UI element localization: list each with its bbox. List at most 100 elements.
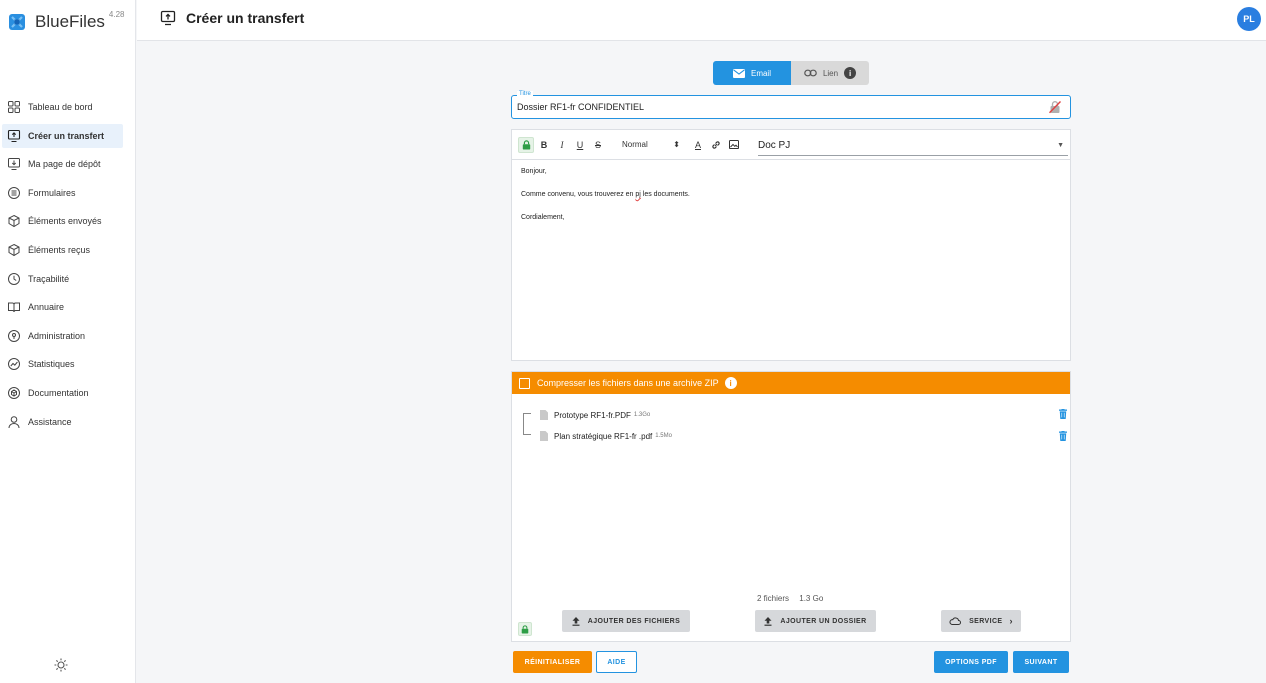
- add-folder-label: AJOUTER UN DOSSIER: [780, 617, 867, 625]
- sidebar-item-documentation[interactable]: Documentation: [2, 381, 123, 405]
- title-field[interactable]: Titre Dossier RF1-fr CONFIDENTIEL: [511, 91, 1071, 119]
- bold-button[interactable]: B: [536, 137, 552, 153]
- editor-toolbar: B I U S Normal ⬍ A Doc PJ ▼: [512, 130, 1070, 160]
- sidebar-item-label: Créer un transfert: [28, 130, 105, 141]
- sidebar-item-label: Formulaires: [28, 187, 76, 198]
- sun-icon[interactable]: [53, 657, 69, 673]
- insert-link-button[interactable]: [708, 137, 724, 153]
- files-summary: 2 fichiers 1.3 Go: [757, 594, 823, 603]
- sidebar-item-assistance[interactable]: Assistance: [2, 410, 123, 434]
- add-files-button[interactable]: AJOUTER DES FICHIERS: [562, 610, 690, 632]
- strikethrough-button[interactable]: S: [590, 137, 606, 153]
- text-style-value: Normal: [622, 140, 648, 149]
- italic-button[interactable]: I: [554, 137, 570, 153]
- link-icon: [804, 69, 817, 77]
- sidebar-item-label: Ma page de dépôt: [28, 159, 101, 170]
- list-icon: [7, 186, 21, 200]
- file-item[interactable]: Plan stratégique RF1-fr .pdf 1.5Mo: [540, 430, 672, 442]
- message-line-greeting: Bonjour,: [521, 168, 547, 175]
- download-screen-icon: [7, 157, 21, 171]
- file-tree-connector: [523, 413, 531, 435]
- email-mode-button[interactable]: Email: [713, 61, 791, 85]
- lock-icon: [521, 624, 529, 633]
- files-count: 2 fichiers: [757, 594, 790, 603]
- sidebar-item-label: Traçabilité: [28, 273, 70, 284]
- sidebar-item-tableau-de-bord[interactable]: Tableau de bord: [2, 95, 123, 119]
- insert-image-button[interactable]: [726, 137, 742, 153]
- template-select-value: Doc PJ: [758, 140, 791, 151]
- files-encryption-lock[interactable]: [518, 622, 532, 636]
- help-button[interactable]: AIDE: [596, 651, 637, 673]
- file-item[interactable]: Prototype RF1-fr.PDF 1.3Go: [540, 409, 650, 421]
- file-name: Plan stratégique RF1-fr .pdf: [554, 431, 653, 441]
- upload-icon: [764, 616, 772, 626]
- dropdown-arrow-icon: ▼: [1057, 142, 1064, 149]
- sidebar-item-elements-recus[interactable]: Éléments reçus: [2, 238, 123, 262]
- mail-icon: [732, 68, 745, 78]
- service-button[interactable]: SERVICE ›: [941, 610, 1021, 632]
- updown-chevron-icon: ⬍: [673, 140, 680, 149]
- upload-screen-icon: [7, 129, 21, 143]
- encryption-lock-button[interactable]: [518, 136, 534, 153]
- pdf-options-button[interactable]: OPTIONS PDF: [934, 651, 1008, 673]
- file-name: Prototype RF1-fr.PDF: [554, 410, 631, 420]
- file-icon: [540, 410, 548, 420]
- title-field-label: Titre: [517, 91, 533, 97]
- sidebar-item-elements-envoyes[interactable]: Éléments envoyés: [2, 209, 123, 233]
- editor-body[interactable]: Bonjour, Comme convenu, vous trouverez e…: [512, 160, 1070, 245]
- sidebar-item-creer-un-transfert[interactable]: Créer un transfert: [2, 123, 123, 148]
- next-button[interactable]: SUIVANT: [1013, 651, 1069, 673]
- sidebar-item-administration[interactable]: Administration: [2, 324, 123, 348]
- underline-button[interactable]: U: [572, 137, 588, 153]
- zip-option-bar[interactable]: Compresser les fichiers dans une archive…: [512, 372, 1070, 394]
- link-mode-label: Lien: [822, 68, 839, 78]
- message-line-content: Comme convenu, vous trouverez en pj les …: [521, 191, 1061, 198]
- title-field-value: Dossier RF1-fr CONFIDENTIEL: [517, 102, 645, 112]
- sidebar-item-tracabilite[interactable]: Traçabilité: [2, 267, 123, 291]
- avatar[interactable]: PL: [1237, 7, 1261, 31]
- message-line-closing: Cordialement,: [521, 214, 565, 221]
- top-bar: Créer un transfert PL: [137, 0, 1266, 41]
- sidebar-item-label: Annuaire: [28, 302, 65, 313]
- chart-icon: [7, 357, 21, 371]
- sidebar-item-annuaire[interactable]: Annuaire: [2, 295, 123, 319]
- box-in-icon: [7, 243, 21, 257]
- image-icon: [729, 140, 739, 149]
- link-icon: [712, 140, 720, 149]
- trash-icon[interactable]: [1059, 409, 1067, 419]
- sidebar-item-ma-page-de-depot[interactable]: Ma page de dépôt: [2, 152, 123, 176]
- box-out-icon: [7, 214, 21, 228]
- page-title: Créer un transfert: [160, 10, 304, 26]
- add-folder-button[interactable]: AJOUTER UN DOSSIER: [755, 610, 876, 632]
- info-icon[interactable]: i: [844, 67, 857, 79]
- sidebar-item-statistiques[interactable]: Statistiques: [2, 352, 123, 376]
- transfer-mode-toggle: Email Lien i: [713, 61, 869, 85]
- info-icon[interactable]: i: [724, 377, 737, 389]
- files-panel: Compresser les fichiers dans une archive…: [511, 371, 1071, 642]
- sidebar-item-label: Administration: [28, 330, 86, 341]
- message-editor: B I U S Normal ⬍ A Doc PJ ▼ Bonjour, Com…: [511, 129, 1071, 361]
- reset-button[interactable]: RÉINITIALISER: [513, 651, 592, 673]
- cloud-icon: [949, 617, 962, 625]
- text-style-select[interactable]: Normal ⬍: [622, 140, 680, 149]
- service-label: SERVICE: [969, 617, 1003, 625]
- template-select[interactable]: Doc PJ ▼: [758, 136, 1068, 156]
- file-size: 1.3Go: [633, 412, 651, 418]
- trash-icon[interactable]: [1059, 431, 1067, 441]
- sidebar-item-formulaires[interactable]: Formulaires: [2, 181, 123, 205]
- dashboard-icon: [7, 100, 21, 114]
- upload-screen-icon: [160, 10, 176, 26]
- clock-icon: [7, 272, 21, 286]
- files-total-size: 1.3 Go: [799, 594, 824, 603]
- brand[interactable]: BlueFiles 4.28: [8, 10, 125, 32]
- app-name: BlueFiles: [35, 12, 105, 31]
- app-version: 4.28: [108, 10, 125, 19]
- link-mode-button[interactable]: Lien i: [791, 61, 869, 85]
- sidebar-item-label: Assistance: [28, 416, 72, 427]
- encryption-off-icon[interactable]: [1048, 100, 1062, 114]
- add-files-label: AJOUTER DES FICHIERS: [587, 617, 681, 625]
- message-text: les documents.: [640, 191, 690, 198]
- text-color-button[interactable]: A: [690, 137, 706, 153]
- zip-checkbox[interactable]: [519, 377, 530, 389]
- sidebar-item-label: Tableau de bord: [28, 102, 93, 112]
